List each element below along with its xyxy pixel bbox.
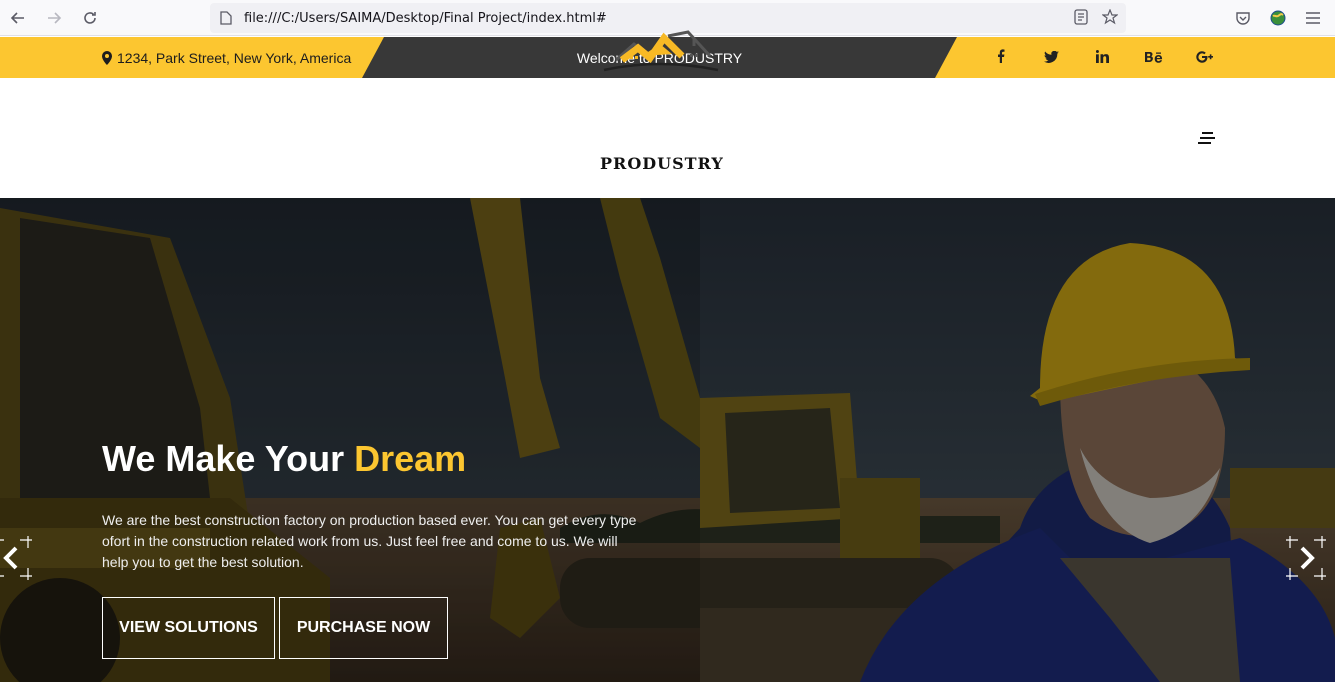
slider-prev-arrow[interactable] xyxy=(0,536,34,580)
reader-view-icon[interactable] xyxy=(1074,9,1088,25)
hamburger-menu-icon[interactable] xyxy=(1198,132,1215,146)
purchase-now-button[interactable]: PURCHASE NOW xyxy=(279,597,448,659)
chevron-right-icon xyxy=(1286,536,1326,580)
extension-globe-icon[interactable] xyxy=(1269,9,1287,27)
behance-icon[interactable] xyxy=(1128,50,1179,66)
hero-description: We are the best construction factory on … xyxy=(102,512,637,570)
address: 1234, Park Street, New York, America xyxy=(102,37,351,78)
hero-title-accent: Dream xyxy=(354,438,467,479)
google-plus-icon[interactable] xyxy=(1179,50,1230,66)
forward-icon[interactable] xyxy=(36,0,72,36)
pocket-icon[interactable] xyxy=(1235,10,1251,26)
reload-icon[interactable] xyxy=(72,0,108,36)
facebook-icon[interactable] xyxy=(975,49,1026,66)
app-menu-icon[interactable] xyxy=(1305,11,1321,25)
chevron-left-icon xyxy=(0,536,32,580)
produstry-logo[interactable] xyxy=(598,28,722,94)
linkedin-icon[interactable] xyxy=(1077,49,1128,66)
hero-title: We Make Your Dream xyxy=(102,438,466,480)
logo-text: PRODUSTRY xyxy=(600,154,724,173)
url-text[interactable]: file:///C:/Users/SAIMA/Desktop/Final Pro… xyxy=(244,11,607,26)
hero-title-main: We Make Your xyxy=(102,438,355,479)
hero-slider: We Make Your Dream We are the best const… xyxy=(0,198,1335,682)
bookmark-star-icon[interactable] xyxy=(1102,9,1118,25)
back-icon[interactable] xyxy=(0,0,36,36)
slider-next-arrow[interactable] xyxy=(1284,536,1328,580)
social-links xyxy=(975,37,1230,78)
twitter-icon[interactable] xyxy=(1026,50,1077,66)
address-text: 1234, Park Street, New York, America xyxy=(117,49,352,66)
view-solutions-button[interactable]: VIEW SOLUTIONS xyxy=(102,597,275,659)
page-icon xyxy=(220,11,232,25)
site-header xyxy=(0,78,1335,198)
map-marker-icon xyxy=(102,50,112,65)
